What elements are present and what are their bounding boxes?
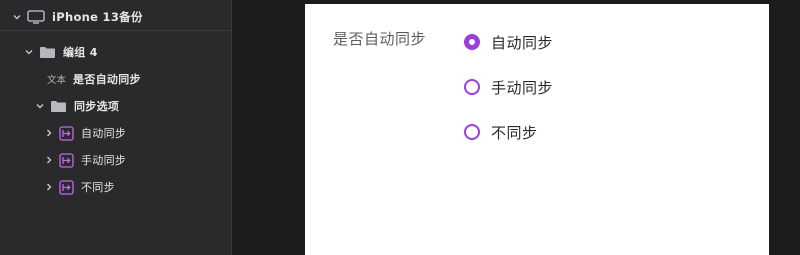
chevron-down-icon[interactable] xyxy=(24,47,34,57)
radio-label: 不同步 xyxy=(491,123,538,142)
radio-option-no-sync[interactable]: 不同步 xyxy=(464,121,538,143)
design-canvas[interactable]: 是否自动同步 自动同步 手动同步 不同步 xyxy=(233,0,800,255)
radio-option-manual-sync[interactable]: 手动同步 xyxy=(464,76,553,98)
chevron-right-icon[interactable] xyxy=(44,128,54,138)
device-icon xyxy=(27,10,45,24)
radio-checked-icon[interactable] xyxy=(464,34,480,50)
radio-option-auto-sync[interactable]: 自动同步 xyxy=(464,31,553,53)
chevron-right-icon[interactable] xyxy=(44,155,54,165)
layer-label-text: 是否自动同步 xyxy=(73,73,141,86)
radio-label: 自动同步 xyxy=(491,33,554,52)
layer-row-group[interactable]: 编组 4 xyxy=(0,39,255,65)
layer-row-options-group[interactable]: 同步选项 xyxy=(0,93,266,119)
layer-label-options-group: 同步选项 xyxy=(74,100,120,113)
layer-label-root: iPhone 13备份 xyxy=(52,10,143,24)
radio-unchecked-icon[interactable] xyxy=(464,79,480,95)
layer-label-group: 编组 4 xyxy=(63,46,98,59)
folder-icon xyxy=(50,100,67,113)
chevron-down-icon[interactable] xyxy=(12,12,22,22)
radio-label: 手动同步 xyxy=(491,78,554,97)
component-instance-icon xyxy=(59,152,74,168)
layer-row-iphone-artboard[interactable]: iPhone 13备份 xyxy=(0,4,243,31)
layer-label-component: 手动同步 xyxy=(81,154,127,167)
artboard[interactable]: 是否自动同步 自动同步 手动同步 不同步 xyxy=(305,4,769,255)
radio-unchecked-icon[interactable] xyxy=(464,124,480,140)
folder-icon xyxy=(39,46,56,59)
layer-label-component: 不同步 xyxy=(81,181,115,194)
component-instance-icon xyxy=(59,179,74,195)
text-layer-tag: 文本 xyxy=(47,75,67,86)
layer-label-component: 自动同步 xyxy=(81,127,127,140)
chevron-down-icon[interactable] xyxy=(35,101,45,111)
question-label: 是否自动同步 xyxy=(333,30,427,48)
component-instance-icon xyxy=(59,125,74,141)
layers-panel: iPhone 13备份 编组 4 文本 是否自动同步 同步选项 自动同步 手动同… xyxy=(0,0,243,255)
chevron-right-icon[interactable] xyxy=(44,182,54,192)
